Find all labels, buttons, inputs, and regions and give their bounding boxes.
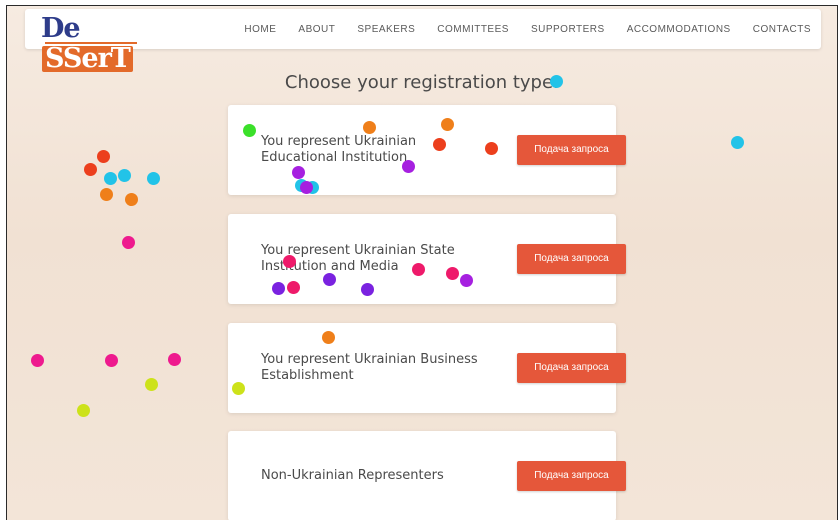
particle-dot (322, 331, 335, 344)
top-navbar: DeSSerT HOME ABOUT SPEAKERS COMMITTEES S… (25, 9, 821, 72)
registration-card-non-ukrainian: Non-Ukrainian Representers Подача запрос… (228, 431, 626, 520)
nav-home-link[interactable]: HOME (244, 24, 276, 35)
submit-request-button[interactable]: Подача запроса (517, 244, 626, 274)
particle-dot (460, 274, 473, 287)
registration-card-educational: You represent Ukrainian Educational Inst… (228, 105, 626, 195)
main-nav: HOME ABOUT SPEAKERS COMMITTEES SUPPORTER… (222, 9, 811, 49)
particle-dot (446, 267, 459, 280)
particle-dot (361, 283, 374, 296)
particle-dot (300, 181, 313, 194)
nav-contacts-link[interactable]: CONTACTS (753, 24, 811, 35)
particle-dot (105, 354, 118, 367)
particle-dot (287, 281, 300, 294)
particle-dot (145, 378, 158, 391)
particle-dot (122, 236, 135, 249)
particle-dot (232, 382, 245, 395)
submit-request-button[interactable]: Подача запроса (517, 353, 626, 383)
registration-card-business: You represent Ukrainian Business Establi… (228, 323, 626, 413)
particle-dot (97, 150, 110, 163)
particle-dot (104, 172, 117, 185)
particle-dot (283, 255, 296, 268)
particle-dot (485, 142, 498, 155)
particle-dot (125, 193, 138, 206)
nav-supporters-link[interactable]: SUPPORTERS (531, 24, 605, 35)
card-label: Non-Ukrainian Representers (261, 468, 444, 483)
submit-request-button[interactable]: Подача запроса (517, 461, 626, 491)
page-heading: Choose your registration type: (284, 72, 560, 93)
particle-dot (168, 353, 181, 366)
particle-dot (363, 121, 376, 134)
particle-dot (147, 172, 160, 185)
nav-speakers-link[interactable]: SPEAKERS (357, 24, 415, 35)
particle-dot (550, 75, 563, 88)
card-label: You represent Ukrainian Educational Inst… (261, 134, 417, 165)
logo-underline (45, 42, 137, 44)
particle-dot (433, 138, 446, 151)
nav-about-link[interactable]: ABOUT (298, 24, 335, 35)
particle-dot (118, 169, 131, 182)
particle-dot (292, 166, 305, 179)
browser-viewport: DeSSerT HOME ABOUT SPEAKERS COMMITTEES S… (6, 5, 838, 520)
particle-dot (412, 263, 425, 276)
nav-committees-link[interactable]: COMMITTEES (437, 24, 509, 35)
submit-request-button[interactable]: Подача запроса (517, 135, 626, 165)
particle-dot (441, 118, 454, 131)
particle-dot (272, 282, 285, 295)
particle-dot (84, 163, 97, 176)
site-logo[interactable]: DeSSerT (41, 14, 151, 72)
particle-dot (100, 188, 113, 201)
nav-accommodations-link[interactable]: ACCOMMODATIONS (627, 24, 731, 35)
particle-dot (402, 160, 415, 173)
particle-dot (323, 273, 336, 286)
particle-dot (243, 124, 256, 137)
particle-dot (31, 354, 44, 367)
particle-dot (731, 136, 744, 149)
particle-dot (77, 404, 90, 417)
card-label: You represent Ukrainian Business Establi… (261, 352, 478, 383)
